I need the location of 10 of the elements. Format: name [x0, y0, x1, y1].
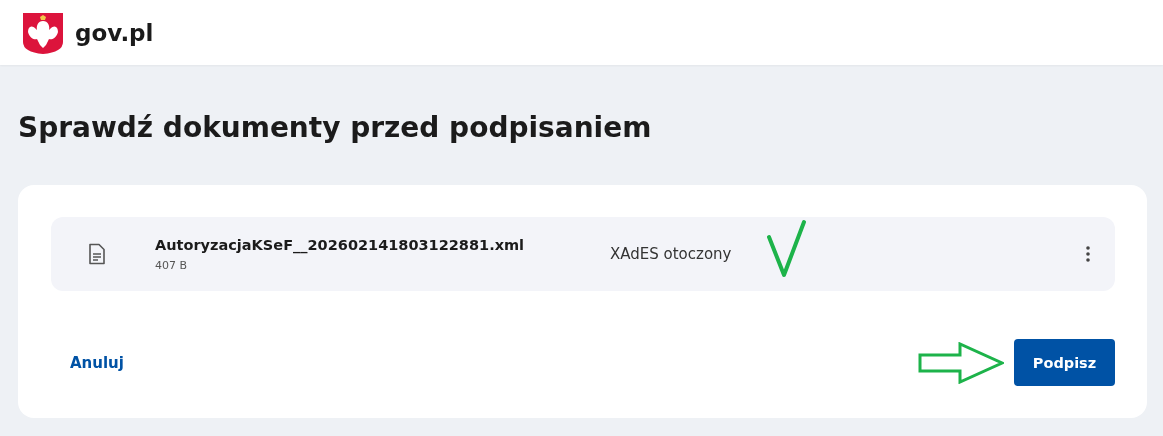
page-title: Sprawdź dokumenty przed podpisaniem [18, 110, 652, 146]
file-name: AutoryzacjaKSeF__202602141803122881.xml [155, 236, 526, 253]
coat-of-arms-icon [22, 11, 64, 54]
document-icon [87, 243, 107, 265]
more-options-icon[interactable] [1085, 245, 1091, 263]
cancel-link[interactable]: Anuluj [70, 353, 124, 372]
sign-button[interactable]: Podpisz [1014, 339, 1115, 386]
signature-format: XAdES otoczony [610, 245, 732, 263]
file-size: 407 B [155, 258, 189, 272]
site-name[interactable]: gov.pl [75, 19, 154, 46]
